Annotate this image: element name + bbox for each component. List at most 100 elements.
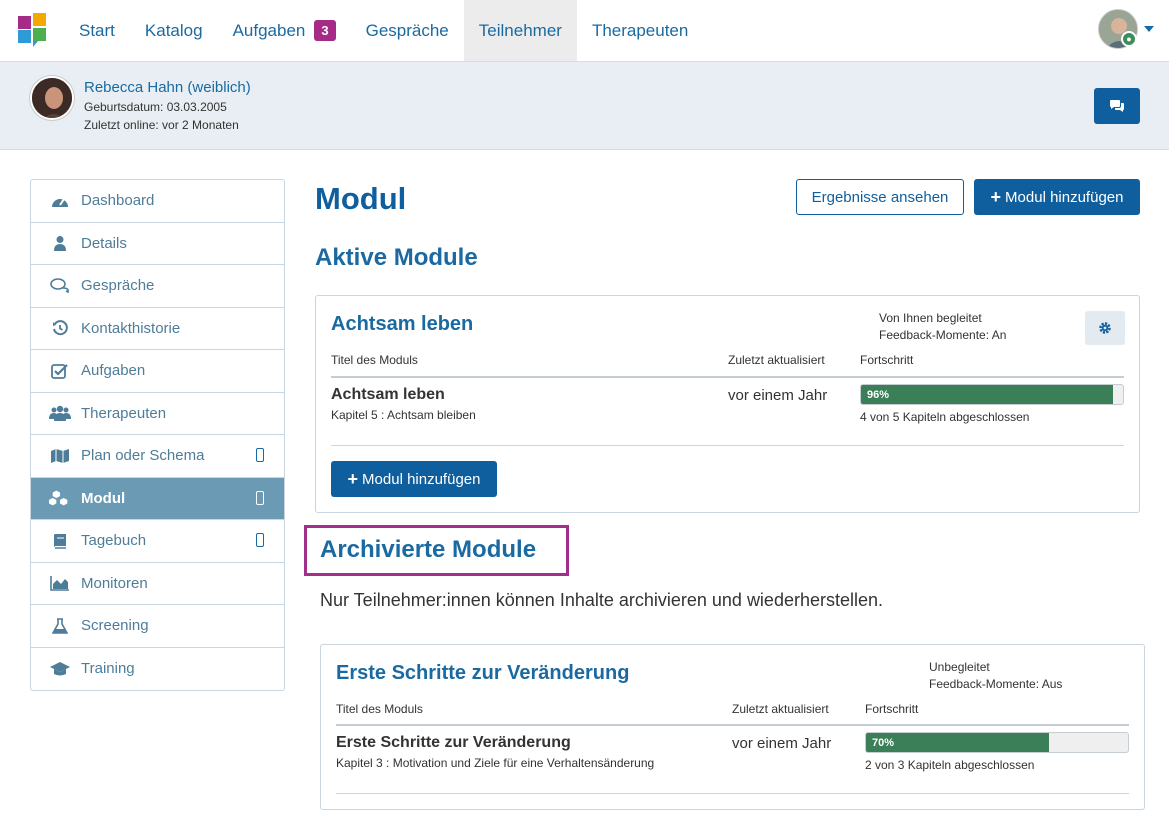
graduation-cap-icon bbox=[49, 660, 71, 678]
sidebar-item-label: Monitoren bbox=[81, 574, 148, 592]
card-divider bbox=[331, 445, 1124, 446]
nav-start-label: Start bbox=[79, 20, 115, 40]
archived-modules-title: Archivierte Module bbox=[320, 536, 537, 563]
plus-icon: + bbox=[990, 186, 1002, 207]
gear-icon bbox=[1099, 322, 1111, 334]
nav-gespraeche[interactable]: Gespräche bbox=[351, 0, 464, 61]
sidebar-item-label: Details bbox=[81, 234, 127, 252]
col-header-updated: Zuletzt aktualisiert bbox=[728, 353, 825, 367]
nav-katalog-label: Katalog bbox=[144, 20, 203, 40]
participant-birthdate: Geburtsdatum: 03.03.2005 bbox=[84, 100, 227, 114]
sidebar-item-label: Training bbox=[81, 660, 135, 678]
add-module-button-label: Modul hinzufügen bbox=[1005, 188, 1124, 206]
dashboard-icon bbox=[49, 192, 71, 210]
col-header-progress: Fortschritt bbox=[865, 702, 919, 716]
participant-last-online: Zuletzt online: vor 2 Monaten bbox=[84, 118, 239, 132]
eye-icon: ● bbox=[1121, 31, 1137, 47]
open-chat-button[interactable] bbox=[1094, 88, 1140, 124]
sidebar-item-monitoren[interactable]: Monitoren bbox=[31, 563, 284, 605]
module-meta-guided: Unbegleitet bbox=[929, 660, 990, 674]
progress-fill: 96% bbox=[861, 385, 1113, 404]
module-progress-bar: 70% bbox=[865, 732, 1129, 753]
participant-photo-icon bbox=[32, 78, 72, 118]
mobile-phone-icon bbox=[256, 533, 264, 547]
module-meta-feedback: Feedback-Momente: An bbox=[879, 328, 1007, 342]
nav-aufgaben-label: Aufgaben bbox=[232, 20, 306, 40]
sidebar-item-label: Gespräche bbox=[81, 277, 155, 295]
sidebar-item-label: Therapeuten bbox=[81, 404, 167, 422]
mobile-phone-icon bbox=[256, 448, 264, 462]
sidebar-item-label: Aufgaben bbox=[81, 362, 146, 380]
active-module-card: Achtsam leben Von Ihnen begleitet Feedba… bbox=[315, 295, 1140, 513]
view-results-button[interactable]: Ergebnisse ansehen bbox=[796, 179, 964, 215]
book-icon bbox=[49, 532, 71, 550]
module-meta: Unbegleitet Feedback-Momente: Aus bbox=[929, 659, 1062, 693]
sidebar-item-details[interactable]: Details bbox=[31, 223, 284, 265]
plus-icon: + bbox=[347, 468, 359, 489]
sidebar-item-screening[interactable]: Screening bbox=[31, 605, 284, 648]
user-icon bbox=[49, 234, 71, 252]
module-meta-feedback: Feedback-Momente: Aus bbox=[929, 677, 1063, 691]
nav-teilnehmer[interactable]: Teilnehmer bbox=[463, 0, 577, 61]
sidebar-item-label: Kontakthistorie bbox=[81, 319, 181, 337]
sidebar-item-dashboard[interactable]: Dashboard bbox=[31, 180, 284, 223]
sidebar-item-plan-oder-schema[interactable]: Plan oder Schema bbox=[31, 435, 284, 478]
progress-label: 70% bbox=[872, 736, 895, 749]
sidebar-item-kontakthistorie[interactable]: Kontakthistorie bbox=[31, 308, 284, 350]
module-meta: Von Ihnen begleitet Feedback-Momente: An bbox=[879, 310, 1006, 344]
sidebar-item-training[interactable]: Training bbox=[31, 648, 284, 691]
module-row-updated: vor einem Jahr bbox=[732, 735, 832, 752]
map-icon bbox=[49, 447, 71, 465]
progress-text: 2 von 3 Kapiteln abgeschlossen bbox=[865, 758, 1035, 772]
module-row-title[interactable]: Achtsam leben bbox=[331, 386, 445, 404]
col-header-progress: Fortschritt bbox=[860, 353, 914, 367]
sidebar-item-gespraeche[interactable]: Gespräche bbox=[31, 265, 284, 308]
module-card-title[interactable]: Erste Schritte zur Veränderung bbox=[336, 662, 629, 685]
module-card-title[interactable]: Achtsam leben bbox=[331, 313, 473, 336]
sidebar-item-tagebuch[interactable]: Tagebuch bbox=[31, 520, 284, 563]
module-row-title[interactable]: Erste Schritte zur Veränderung bbox=[336, 734, 571, 752]
history-icon bbox=[49, 319, 71, 337]
add-module-button[interactable]: + Modul hinzufügen bbox=[974, 179, 1140, 215]
progress-label: 96% bbox=[867, 388, 890, 401]
cubes-icon bbox=[49, 489, 71, 507]
sidebar: Dashboard Details Gespräche Kontakthisto… bbox=[30, 179, 285, 691]
sidebar-item-modul[interactable]: Modul bbox=[31, 477, 284, 520]
chevron-down-icon[interactable] bbox=[1144, 26, 1154, 32]
module-progress-bar: 96% bbox=[860, 384, 1124, 405]
progress-text: 4 von 5 Kapiteln abgeschlossen bbox=[860, 410, 1030, 424]
area-chart-icon bbox=[49, 574, 71, 592]
sidebar-item-label: Dashboard bbox=[81, 192, 155, 210]
sidebar-item-label: Tagebuch bbox=[81, 532, 147, 550]
table-divider bbox=[336, 724, 1129, 726]
top-navbar: Start Katalog Aufgaben 3 Gespräche Teilne… bbox=[0, 0, 1169, 62]
nav-teilnehmer-label: Teilnehmer bbox=[478, 20, 562, 40]
sidebar-item-label: Modul bbox=[81, 489, 126, 507]
flask-icon bbox=[49, 617, 71, 635]
nav-katalog[interactable]: Katalog bbox=[130, 0, 218, 61]
page-title: Modul bbox=[315, 181, 407, 216]
nav-aufgaben[interactable]: Aufgaben 3 bbox=[218, 0, 351, 61]
col-header-title: Titel des Moduls bbox=[331, 353, 418, 367]
table-divider bbox=[331, 376, 1124, 378]
nav-start[interactable]: Start bbox=[64, 0, 130, 61]
tasks-count-badge: 3 bbox=[314, 20, 336, 41]
card-add-module-button[interactable]: + Modul hinzufügen bbox=[331, 461, 497, 497]
nav-therapeuten[interactable]: Therapeuten bbox=[577, 0, 703, 61]
card-divider bbox=[336, 793, 1129, 794]
nav-therapeuten-label: Therapeuten bbox=[591, 20, 689, 40]
module-settings-button[interactable] bbox=[1085, 311, 1125, 345]
mobile-phone-icon bbox=[256, 490, 264, 505]
chat-icon bbox=[49, 277, 71, 295]
module-row-chapter: Kapitel 5 : Achtsam bleiben bbox=[331, 408, 476, 422]
participant-header: Rebecca Hahn (weiblich) Geburtsdatum: 03… bbox=[0, 62, 1169, 150]
sidebar-item-therapeuten[interactable]: Therapeuten bbox=[31, 393, 284, 435]
col-header-updated: Zuletzt aktualisiert bbox=[732, 702, 829, 716]
sidebar-item-aufgaben[interactable]: Aufgaben bbox=[31, 350, 284, 393]
card-add-module-label: Modul hinzufügen bbox=[362, 470, 481, 488]
sidebar-item-label: Screening bbox=[81, 617, 149, 635]
progress-fill: 70% bbox=[866, 733, 1050, 752]
participant-name[interactable]: Rebecca Hahn (weiblich) bbox=[84, 79, 251, 96]
comments-icon bbox=[1110, 100, 1124, 112]
app-logo-icon[interactable] bbox=[18, 13, 48, 47]
